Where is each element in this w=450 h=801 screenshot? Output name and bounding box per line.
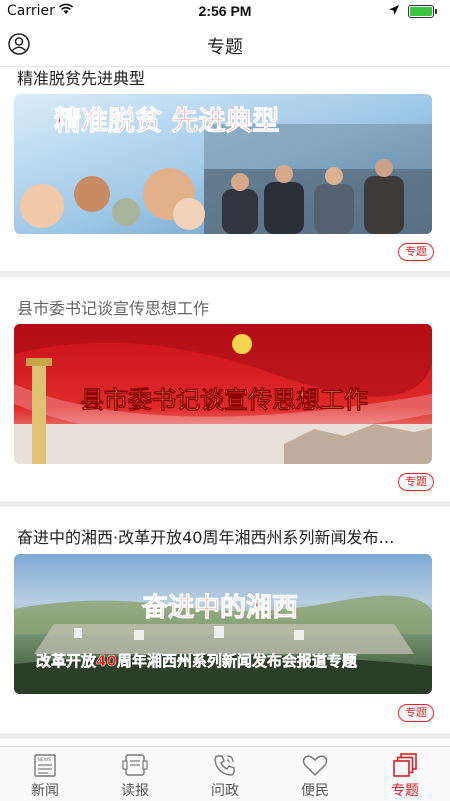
tab-services[interactable]: 便民 (270, 747, 360, 801)
reader-icon (122, 754, 148, 776)
tab-inquiry[interactable]: 问政 (180, 747, 270, 801)
newspaper-icon: NEWS (34, 754, 56, 777)
banner-subheading: 改革开放40周年湘西州系列新闻发布会报道专题 (36, 652, 358, 670)
topic-card[interactable]: 县市委书记谈宣传思想工作 县市委书记谈宣传思想工作 专题 (0, 277, 450, 501)
topic-tag: 专题 (398, 704, 434, 722)
status-time: 2:56 PM (198, 3, 252, 19)
tab-label: 专题 (391, 783, 419, 799)
tab-label: 便民 (301, 783, 329, 799)
divider (0, 733, 450, 739)
banner-heading: 县市委书记谈宣传思想工作 (80, 386, 368, 414)
location-arrow-icon (389, 5, 399, 15)
topic-tag: 专题 (398, 243, 434, 261)
tab-label: 问政 (211, 783, 239, 799)
topic-banner[interactable]: 奋进中的湘西 改革开放40周年湘西州系列新闻发布会报道专题 (14, 554, 432, 694)
phone-chat-icon (214, 755, 235, 776)
tab-bar: NEWS 新闻 读报 问政 便民 专题 (0, 746, 450, 801)
banner-heading: 精准脱贫 先进典型 (54, 105, 279, 137)
svg-text:NEWS: NEWS (38, 757, 52, 763)
page-title: 专题 (207, 37, 243, 58)
tab-label: 读报 (121, 783, 149, 799)
tab-label: 新闻 (31, 783, 59, 799)
topic-banner[interactable]: 精准脱贫 先进典型 (14, 94, 432, 234)
banner-heading: 奋进中的湘西 (141, 592, 298, 623)
battery-icon (408, 5, 437, 18)
topic-tag: 专题 (398, 473, 434, 491)
status-bar: Carrier 2:56 PM (0, 0, 450, 22)
topic-title[interactable]: 精准脱贫先进典型 (17, 67, 433, 89)
topic-banner[interactable]: 县市委书记谈宣传思想工作 (14, 324, 432, 464)
topic-list[interactable]: 精准脱贫先进典型 精准脱贫 先进典型 专题 县市委书记谈宣传思想工作 县市委书记… (0, 67, 450, 747)
tab-reader[interactable]: 读报 (90, 747, 180, 801)
tab-news[interactable]: NEWS 新闻 (0, 747, 90, 801)
stacked-pages-icon (393, 753, 417, 777)
topic-title[interactable]: 县市委书记谈宣传思想工作 (17, 295, 433, 319)
heart-icon (302, 755, 328, 777)
topic-card[interactable]: 精准脱贫先进典型 精准脱贫 先进典型 专题 (0, 67, 450, 271)
nav-bar: 专题 (0, 22, 450, 67)
topic-title[interactable]: 奋进中的湘西·改革开放40周年湘西州系列新闻发布… (17, 524, 433, 548)
topic-card[interactable]: 奋进中的湘西·改革开放40周年湘西州系列新闻发布… 奋进中的湘西 改革开放40周… (0, 507, 450, 733)
tab-topics[interactable]: 专题 (360, 747, 450, 801)
